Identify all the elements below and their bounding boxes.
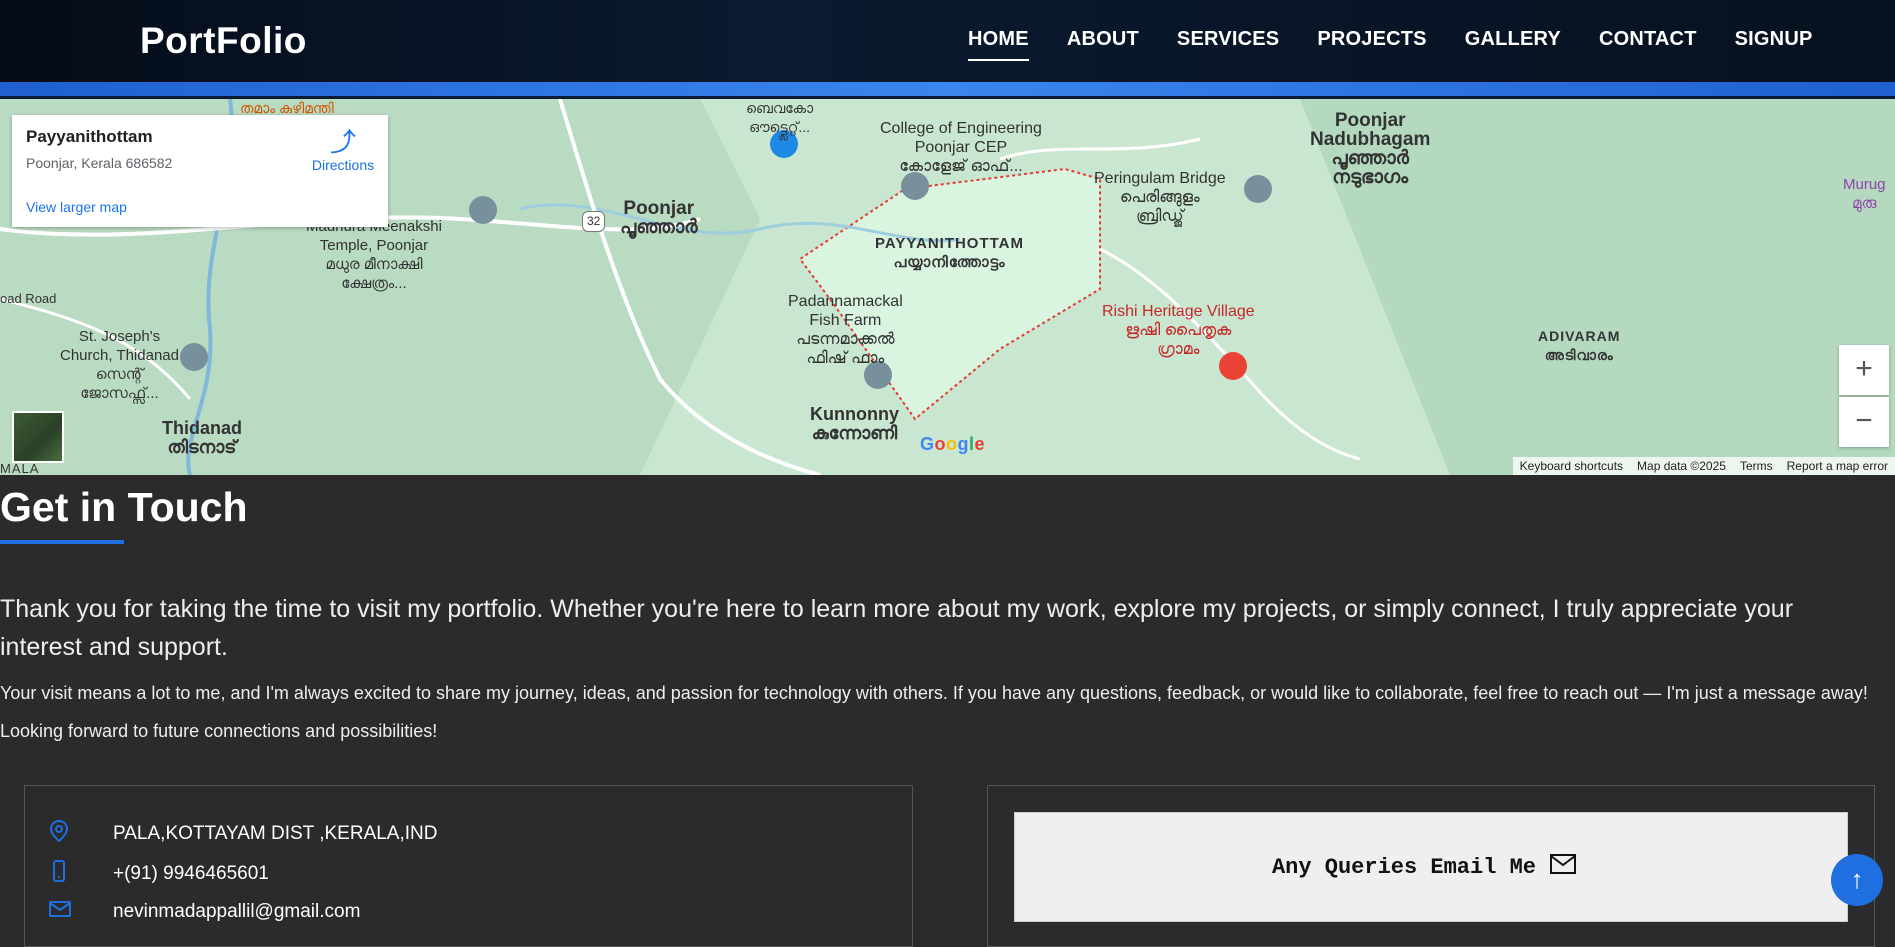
map-label-thidanad: Thidanad തിടനാട് bbox=[162, 418, 242, 457]
keyboard-shortcuts-link[interactable]: Keyboard shortcuts bbox=[1513, 457, 1630, 475]
phone-icon bbox=[49, 860, 85, 888]
contact-phone-row: +(91) 9946465601 bbox=[49, 860, 269, 888]
directions-label: Directions bbox=[311, 157, 375, 173]
nav-home[interactable]: HOME bbox=[968, 28, 1029, 61]
secondary-paragraph-line1: Your visit means a lot to me, and I'm al… bbox=[0, 683, 1868, 703]
map-label-peringulam: Peringulam Bridge പെരിങ്ങുളം ബ്രിഡ്ജ് bbox=[1094, 170, 1226, 225]
intro-paragraph: Thank you for taking the time to visit m… bbox=[0, 595, 1794, 661]
map-label-mala: MALA bbox=[0, 461, 40, 475]
contact-email[interactable]: nevinmadappallil@gmail.com bbox=[113, 901, 360, 923]
heading-underline bbox=[0, 540, 124, 544]
zoom-in-button[interactable]: + bbox=[1839, 345, 1889, 395]
map-label-murug: Murug മുരു bbox=[1843, 176, 1886, 212]
secondary-paragraph-line2: Looking forward to future connections an… bbox=[0, 721, 438, 741]
terms-link[interactable]: Terms bbox=[1733, 457, 1780, 475]
map-data-label: Map data ©2025 bbox=[1637, 459, 1726, 473]
map-label-adivaram: ADIVARAM അടിവാരം bbox=[1538, 328, 1621, 363]
nav-menu: HOME ABOUT SERVICES PROJECTS GALLERY CON… bbox=[968, 28, 1851, 61]
map-label-bevco: ബെവകോ ഔട്ട്ലെറ്റ്... bbox=[746, 100, 814, 135]
contact-phone[interactable]: +(91) 9946465601 bbox=[113, 863, 269, 885]
secondary-paragraph: Your visit means a lot to me, and I'm al… bbox=[0, 674, 1890, 750]
email-me-button[interactable]: Any Queries Email Me bbox=[1014, 812, 1848, 922]
map-label-stjoseph: St. Joseph's Church, Thidanad സെന്റ് ജോസ… bbox=[60, 328, 179, 402]
google-map[interactable]: Poonjar പൂഞ്ഞാർ College of Engineering P… bbox=[0, 99, 1895, 475]
zoom-out-button[interactable]: − bbox=[1839, 397, 1889, 447]
nav-services[interactable]: SERVICES bbox=[1177, 28, 1279, 51]
map-label-road: oad Road bbox=[0, 291, 57, 306]
email-me-label: Any Queries Email Me bbox=[1271, 854, 1537, 880]
envelope-icon bbox=[1550, 853, 1577, 881]
contact-info-card: PALA,KOTTAYAM DIST ,KERALA,IND +(91) 994… bbox=[24, 785, 913, 947]
map-label-college: College of Engineering Poonjar CEP കോളേജ… bbox=[880, 120, 1042, 175]
map-label-kunnonny: Kunnonny കുന്നോണി bbox=[810, 404, 899, 443]
satellite-toggle[interactable] bbox=[12, 411, 64, 463]
map-label-poonjar-nadubhagam: Poonjar Nadubhagam പൂഞ്ഞാർ നടുഭാഗം bbox=[1310, 110, 1431, 188]
map-label-padannamackal: Padannamackal Fish Farm പടന്നമാക്കൽ ഫിഷ്… bbox=[788, 293, 903, 367]
map-route-32: 32 bbox=[582, 211, 606, 232]
map-place-address: Poonjar, Kerala 686582 bbox=[26, 155, 173, 171]
contact-address: PALA,KOTTAYAM DIST ,KERALA,IND bbox=[113, 823, 438, 844]
nav-projects[interactable]: PROJECTS bbox=[1317, 28, 1426, 51]
nav-signup[interactable]: SIGNUP bbox=[1735, 28, 1813, 51]
section-heading: Get in Touch bbox=[0, 484, 248, 530]
brand-logo[interactable]: PortFolio bbox=[140, 20, 307, 62]
nav-about[interactable]: ABOUT bbox=[1067, 28, 1139, 51]
map-attribution: Keyboard shortcuts Map data ©2025 Terms … bbox=[1512, 457, 1895, 475]
directions-icon: ⤴ bbox=[329, 127, 356, 157]
email-card: Any Queries Email Me bbox=[987, 785, 1875, 947]
map-label-payyanithottam: PAYYANITHOTTAM പയ്യാനിത്തോട്ടം bbox=[875, 235, 1025, 271]
map-place-title: Payyanithottam bbox=[26, 127, 153, 146]
map-label-rishi: Rishi Heritage Village ഋഷി പൈതൃക ഗ്രാമം bbox=[1102, 303, 1255, 358]
directions-button[interactable]: ⤴ Directions bbox=[298, 127, 388, 173]
nav-contact[interactable]: CONTACT bbox=[1599, 28, 1697, 51]
map-info-card: Payyanithottam Poonjar, Kerala 686582 Vi… bbox=[12, 115, 388, 227]
nav-accent-band bbox=[0, 82, 1895, 99]
contact-address-row: PALA,KOTTAYAM DIST ,KERALA,IND bbox=[49, 819, 438, 848]
google-logo: Google bbox=[920, 434, 986, 454]
view-larger-map-link[interactable]: View larger map bbox=[26, 199, 127, 215]
map-label-madhura: Madhura Meenakshi Temple, Poonjar മധുര മ… bbox=[306, 218, 442, 292]
mail-icon bbox=[49, 900, 85, 924]
report-error-link[interactable]: Report a map error bbox=[1780, 457, 1895, 475]
scroll-to-top-button[interactable]: ↑ bbox=[1831, 854, 1883, 906]
arrow-up-icon: ↑ bbox=[1850, 864, 1864, 894]
nav-gallery[interactable]: GALLERY bbox=[1465, 28, 1561, 51]
location-pin-icon bbox=[49, 819, 85, 848]
contact-email-row: nevinmadappallil@gmail.com bbox=[49, 900, 360, 924]
navbar: PortFolio HOME ABOUT SERVICES PROJECTS G… bbox=[0, 0, 1895, 82]
map-label-poonjar: Poonjar പൂഞ്ഞാർ bbox=[620, 198, 698, 238]
